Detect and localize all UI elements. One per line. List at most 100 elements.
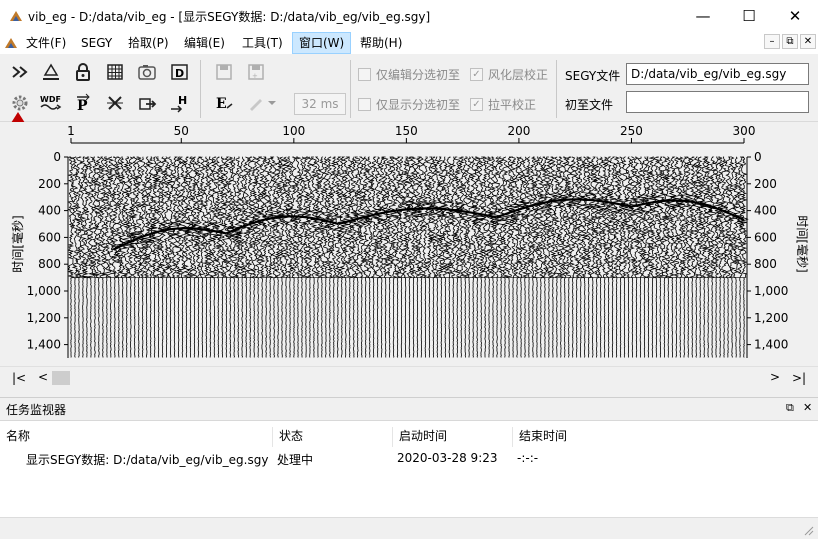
menu-help[interactable]: 帮助(H) bbox=[354, 32, 408, 54]
menu-edit[interactable]: 编辑(E) bbox=[178, 32, 231, 54]
y-tick-label-left: 0 bbox=[53, 150, 61, 164]
seismic-trace bbox=[623, 156, 635, 358]
y-tick-label-right: 1,000 bbox=[754, 284, 788, 298]
seismic-trace bbox=[583, 156, 594, 358]
x-tick-label: 300 bbox=[733, 124, 756, 138]
header-button[interactable]: H bbox=[167, 91, 191, 115]
firstbreak-file-label: 初至文件 bbox=[565, 98, 614, 112]
segy-file-input[interactable]: D:/data/vib_eg/vib_eg.sgy bbox=[626, 63, 809, 85]
seismic-trace bbox=[242, 156, 252, 358]
seismic-trace bbox=[133, 156, 145, 358]
mdi-restore-button[interactable]: ⧉ bbox=[782, 34, 798, 49]
seismic-trace bbox=[126, 156, 136, 358]
checkbox-box bbox=[358, 98, 371, 111]
scissors-icon bbox=[107, 96, 123, 110]
fast-forward-icon bbox=[12, 66, 28, 78]
seismic-trace bbox=[401, 156, 411, 358]
pick-p-icon: P bbox=[77, 93, 90, 113]
weathering-correction-checkbox[interactable]: ✓ 风化层校正 bbox=[470, 66, 548, 83]
mdi-minimize-button[interactable]: – bbox=[764, 34, 780, 49]
wdf-button[interactable]: WDF bbox=[39, 91, 63, 115]
edit-e-button[interactable]: E bbox=[212, 91, 236, 115]
checkbox-label: 仅显示分选初至 bbox=[376, 98, 461, 112]
seismic-trace bbox=[260, 156, 271, 358]
dat-button[interactable]: D bbox=[167, 60, 191, 84]
scroll-first-button[interactable]: |< bbox=[12, 371, 26, 385]
seismic-trace bbox=[173, 156, 183, 358]
seismic-trace bbox=[465, 156, 474, 358]
maximize-button[interactable]: ☐ bbox=[726, 0, 772, 32]
flatten-correction-checkbox[interactable]: ✓ 拉平校正 bbox=[470, 96, 536, 113]
firstbreak-file-input[interactable] bbox=[626, 91, 809, 113]
y-tick-label-left: 200 bbox=[38, 177, 61, 191]
column-header-name[interactable]: 名称 bbox=[0, 427, 273, 447]
column-header-start[interactable]: 启动时间 bbox=[393, 427, 513, 447]
minimize-button[interactable]: — bbox=[680, 0, 726, 32]
y-tick-label-right: 600 bbox=[754, 230, 777, 244]
wdf-label: WDF bbox=[40, 95, 61, 104]
window-title: vib_eg - D:/data/vib_eg - [显示SEGY数据: D:/… bbox=[28, 10, 431, 24]
checkbox-label: 风化层校正 bbox=[488, 68, 549, 82]
interval-input[interactable]: 32 ms bbox=[294, 93, 346, 115]
export-button[interactable] bbox=[135, 91, 159, 115]
x-tick-label: 150 bbox=[395, 124, 418, 138]
chevron-down-icon bbox=[268, 101, 276, 105]
seismic-trace bbox=[711, 156, 722, 358]
wdf-icon: WDF bbox=[40, 95, 62, 110]
status-bar bbox=[0, 517, 818, 539]
save-all-button[interactable]: + bbox=[244, 60, 268, 84]
task-end-time: -:-:- bbox=[517, 451, 539, 465]
pick-p-button[interactable]: P bbox=[71, 91, 95, 115]
trace-scrollbar[interactable]: |< < > >| bbox=[0, 366, 818, 390]
y-tick-label-right: 800 bbox=[754, 257, 777, 271]
mdi-close-button[interactable]: ✕ bbox=[800, 34, 816, 49]
fast-forward-button[interactable] bbox=[8, 60, 32, 84]
document-icon bbox=[5, 38, 17, 48]
task-start-time: 2020-03-28 9:23 bbox=[397, 451, 498, 465]
segy-file-label: SEGY文件 bbox=[565, 69, 621, 83]
show-sorted-firstbreak-checkbox[interactable]: 仅显示分选初至 bbox=[358, 96, 460, 113]
scroll-next-button[interactable]: > bbox=[770, 370, 780, 384]
scroll-prev-button[interactable]: < bbox=[38, 370, 48, 384]
menu-pick[interactable]: 拾取(P) bbox=[122, 32, 175, 54]
save-button[interactable] bbox=[212, 60, 236, 84]
table-button[interactable] bbox=[103, 60, 127, 84]
menu-window[interactable]: 窗口(W) bbox=[292, 32, 352, 54]
checkbox-label: 仅编辑分选初至 bbox=[376, 68, 461, 82]
seismic-plot[interactable]: 1 50 100 150 200 250 3000 0200 200400 400600 60080… bbox=[0, 122, 818, 366]
seismic-trace bbox=[658, 156, 670, 358]
y-tick-label-left: 1,400 bbox=[27, 338, 61, 352]
resize-grip-icon[interactable] bbox=[802, 524, 814, 536]
menu-segy[interactable]: SEGY bbox=[75, 32, 118, 54]
close-button[interactable]: ✕ bbox=[772, 0, 818, 32]
column-header-status[interactable]: 状态 bbox=[273, 427, 393, 447]
pencil-icon bbox=[250, 99, 262, 111]
column-header-end[interactable]: 结束时间 bbox=[513, 427, 633, 447]
pencil-dropdown[interactable] bbox=[265, 91, 279, 115]
dat-file-icon: D bbox=[171, 64, 188, 80]
scroll-last-button[interactable]: >| bbox=[792, 371, 806, 385]
task-status: 处理中 bbox=[277, 453, 314, 467]
align-button[interactable] bbox=[39, 60, 63, 84]
y-tick-label-left: 1,000 bbox=[27, 284, 61, 298]
title-bar: vib_eg - D:/data/vib_eg - [显示SEGY数据: D:/… bbox=[0, 0, 818, 32]
toolbar: D + WDF P H E 32 ms 仅编辑分选初至 ✓ 风化层校正 仅显示分… bbox=[0, 54, 818, 122]
seismic-trace bbox=[707, 156, 717, 358]
x-tick-label: 1 bbox=[67, 124, 75, 138]
checkbox-check-icon: ✓ bbox=[470, 68, 483, 81]
menu-file[interactable]: 文件(F) bbox=[20, 32, 72, 54]
x-tick-label: 200 bbox=[507, 124, 530, 138]
save-all-icon: + bbox=[248, 64, 264, 80]
y-tick-label-right: 0 bbox=[754, 150, 762, 164]
lock-button[interactable] bbox=[71, 60, 95, 84]
seismic-trace bbox=[150, 156, 159, 358]
scroll-thumb[interactable] bbox=[52, 371, 70, 385]
task-monitor-header: 任务监视器 ⧉ ✕ bbox=[0, 397, 818, 419]
seismic-trace bbox=[246, 156, 256, 358]
menu-tools[interactable]: 工具(T) bbox=[236, 32, 289, 54]
monitor-close-button[interactable]: ✕ bbox=[803, 401, 812, 414]
trim-button[interactable] bbox=[103, 91, 127, 115]
edit-sorted-firstbreak-checkbox[interactable]: 仅编辑分选初至 bbox=[358, 66, 460, 83]
camera-button[interactable] bbox=[135, 60, 159, 84]
monitor-restore-button[interactable]: ⧉ bbox=[786, 401, 794, 415]
